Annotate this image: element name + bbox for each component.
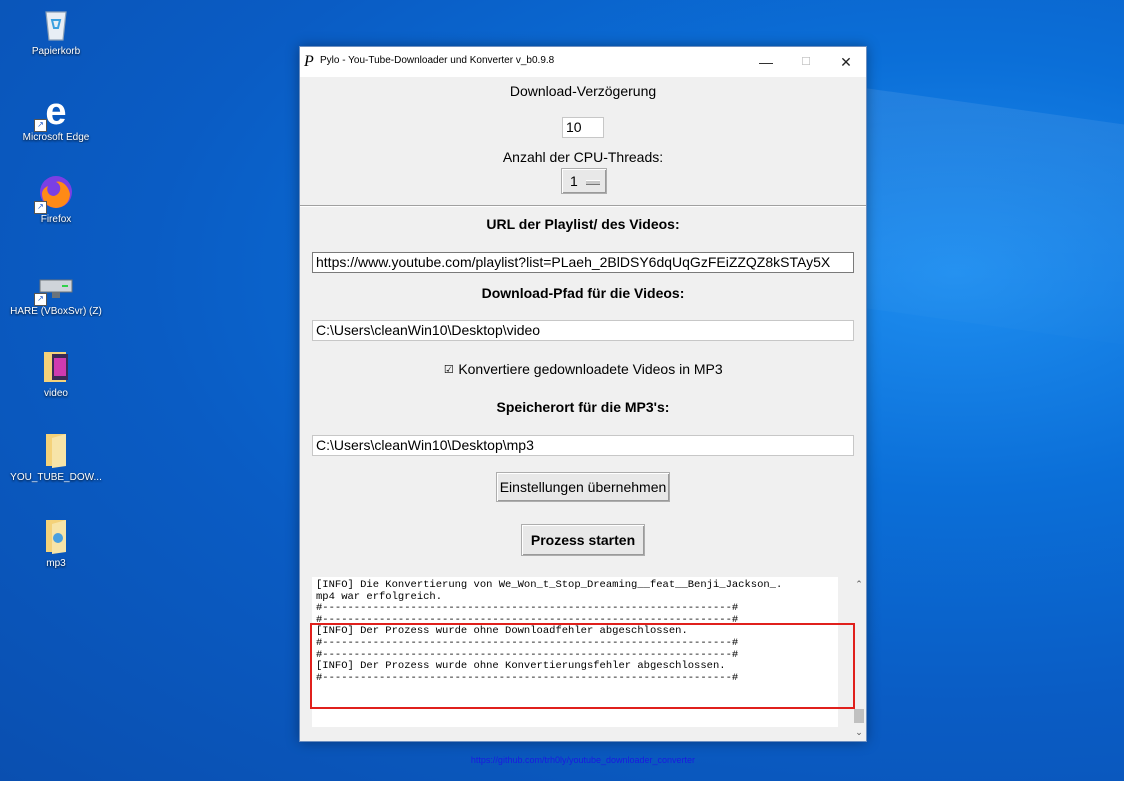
desktop-icon-label: Microsoft Edge bbox=[22, 132, 90, 143]
app-window: P Pylo - You-Tube-Downloader und Konvert… bbox=[299, 46, 867, 765]
minimize-button[interactable]: — bbox=[746, 47, 786, 77]
network-drive-icon: ↗ bbox=[34, 264, 76, 306]
pylo-app-icon: P bbox=[304, 53, 314, 70]
delay-input[interactable]: 10 bbox=[562, 117, 604, 138]
desktop-icon-recycle-bin[interactable]: Papierkorb bbox=[0, 4, 112, 57]
desktop-icon-label: mp3 bbox=[46, 558, 66, 569]
desktop-icon-firefox[interactable]: ↗ Firefox bbox=[0, 172, 112, 225]
log-line: [INFO] Die Konvertierung von We_Won_t_St… bbox=[316, 579, 783, 591]
highlight-annotation-box bbox=[310, 623, 855, 709]
folder-music-icon bbox=[36, 516, 76, 556]
checkbox-checked-icon[interactable]: ☑ bbox=[443, 365, 454, 376]
desktop-icon-label: YOU_TUBE_DOW... bbox=[10, 472, 102, 483]
taskbar bbox=[0, 781, 1124, 809]
url-label: URL der Playlist/ des Videos: bbox=[486, 216, 680, 232]
title-bar[interactable]: P Pylo - You-Tube-Downloader und Konvert… bbox=[300, 47, 866, 77]
close-button[interactable]: ✕ bbox=[826, 47, 866, 77]
desktop-icon-label: HARE (VBoxSvr) (Z) bbox=[10, 306, 102, 317]
desktop-icon-label: Papierkorb bbox=[31, 46, 81, 57]
shortcut-arrow-icon: ↗ bbox=[34, 293, 47, 306]
section-divider bbox=[300, 205, 866, 207]
convert-checkbox-label: Konvertiere gedownloadete Videos in MP3 bbox=[458, 361, 723, 377]
desktop-icon-label: video bbox=[44, 388, 68, 399]
shortcut-arrow-icon: ↗ bbox=[34, 201, 47, 214]
svg-text:e: e bbox=[45, 91, 66, 130]
mp3-path-label: Speicherort für die MP3's: bbox=[496, 399, 670, 415]
window-title: Pylo - You-Tube-Downloader und Konverter… bbox=[320, 55, 555, 66]
delay-label: Download-Verzögerung bbox=[509, 83, 657, 99]
option-menu-indicator-icon bbox=[586, 180, 600, 185]
scroll-up-arrow-icon[interactable]: ⌃ bbox=[852, 577, 866, 591]
mp3-path-input[interactable]: C:\Users\cleanWin10\Desktop\mp3 bbox=[312, 435, 854, 456]
github-link[interactable]: https://github.com/trh0ly/youtube_downlo… bbox=[300, 755, 866, 765]
desktop-icon-youtube-folder[interactable]: YOU_TUBE_DOW... bbox=[0, 430, 112, 483]
folder-video-icon bbox=[36, 346, 76, 386]
window-content: Download-Verzögerung 10 Anzahl der CPU-T… bbox=[300, 77, 866, 765]
convert-checkbox-row[interactable]: ☑ Konvertiere gedownloadete Videos in MP3 bbox=[300, 361, 866, 377]
desktop-icon-label: Firefox bbox=[40, 214, 72, 225]
download-path-label: Download-Pfad für die Videos: bbox=[481, 285, 685, 301]
desktop-icon-video-folder[interactable]: video bbox=[0, 346, 112, 399]
download-path-input[interactable]: C:\Users\cleanWin10\Desktop\video bbox=[312, 320, 854, 341]
threads-value: 1 bbox=[570, 173, 578, 189]
folder-icon bbox=[36, 430, 76, 470]
edge-icon: e ↗ bbox=[34, 90, 76, 133]
desktop-icon-mp3-folder[interactable]: mp3 bbox=[0, 516, 112, 569]
start-process-button[interactable]: Prozess starten bbox=[521, 524, 645, 556]
desktop-icon-edge[interactable]: e ↗ Microsoft Edge bbox=[0, 90, 112, 143]
scrollbar-thumb[interactable] bbox=[854, 709, 864, 723]
maximize-button[interactable]: ☐ bbox=[786, 47, 826, 77]
url-input[interactable]: https://www.youtube.com/playlist?list=PL… bbox=[312, 252, 854, 273]
desktop-icon-network-drive[interactable]: ↗ HARE (VBoxSvr) (Z) bbox=[0, 264, 112, 317]
scroll-down-arrow-icon[interactable]: ⌄ bbox=[852, 725, 866, 739]
firefox-icon: ↗ bbox=[34, 172, 76, 214]
threads-label: Anzahl der CPU-Threads: bbox=[502, 149, 664, 165]
apply-settings-button[interactable]: Einstellungen übernehmen bbox=[496, 472, 670, 502]
threads-option-menu[interactable]: 1 bbox=[561, 168, 607, 194]
recycle-bin-icon bbox=[36, 4, 76, 44]
shortcut-arrow-icon: ↗ bbox=[34, 119, 47, 132]
